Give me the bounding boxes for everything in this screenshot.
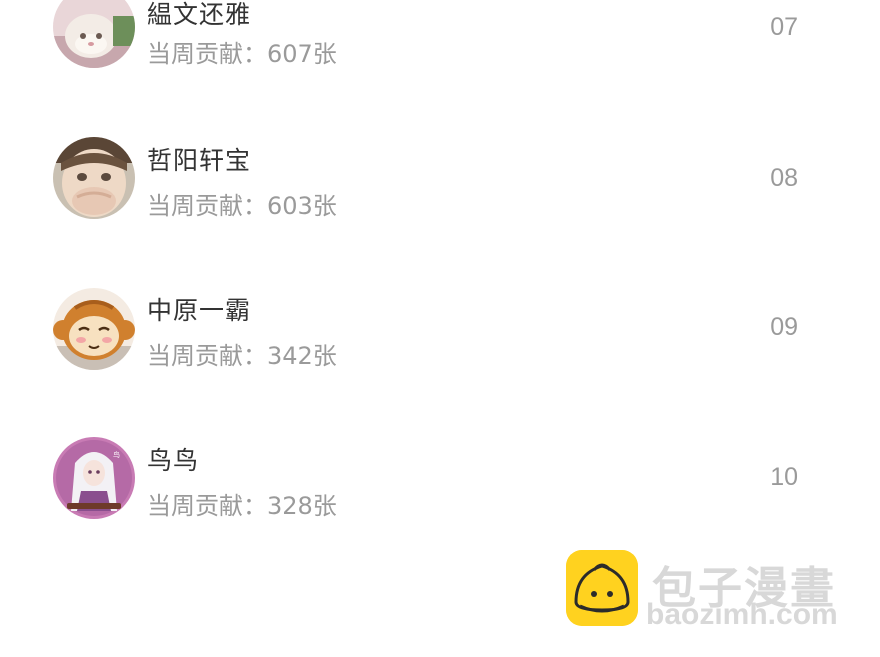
weekly-contribution: 当周贡献：607张 [147, 40, 337, 68]
weekly-contribution: 当周贡献：342张 [147, 342, 337, 370]
bun-logo-icon [566, 550, 638, 626]
list-item[interactable]: 緼文还雅 当周贡献：607张 07 [0, 0, 880, 101]
avatar [53, 0, 135, 68]
weekly-contribution: 当周贡献：603张 [147, 192, 337, 220]
user-name: 緼文还雅 [147, 0, 252, 29]
weekly-contribution: 当周贡献：328张 [147, 492, 337, 520]
monkey-avatar-icon [53, 288, 135, 370]
rank-number: 10 [770, 463, 798, 491]
user-name: 鸟鸟 [147, 446, 200, 475]
watermark: 包子漫畫 baozimh.com [566, 550, 866, 640]
user-name: 中原一霸 [147, 296, 252, 325]
cat-avatar-icon [53, 0, 135, 68]
rank-number: 07 [770, 13, 798, 41]
avatar [53, 288, 135, 370]
avatar: 鸟 [53, 437, 135, 519]
avatar [53, 137, 135, 219]
list-item[interactable]: 鸟 鸟鸟 当周贡献：328张 10 [0, 401, 880, 551]
list-item[interactable]: 中原一霸 当周贡献：342张 09 [0, 251, 880, 401]
rank-number: 08 [770, 164, 798, 192]
list-item[interactable]: 哲阳轩宝 当周贡献：603张 08 [0, 101, 880, 251]
anime-avatar-icon: 鸟 [53, 437, 135, 519]
watermark-url: baozimh.com [646, 598, 838, 631]
rank-number: 09 [770, 313, 798, 341]
user-name: 哲阳轩宝 [147, 146, 252, 175]
svg-text:鸟: 鸟 [113, 450, 120, 459]
child-avatar-icon [53, 137, 135, 219]
